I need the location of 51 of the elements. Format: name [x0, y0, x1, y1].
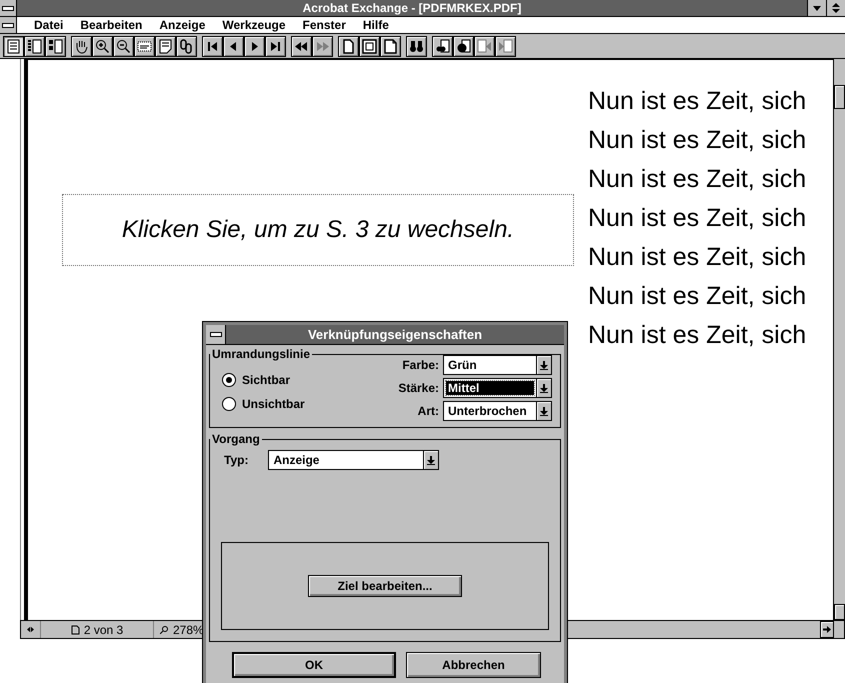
split-arrows-icon	[27, 626, 34, 633]
document-text-line: Nun ist es Zeit, sich	[588, 125, 808, 156]
document-text-line: Nun ist es Zeit, sich	[588, 164, 808, 195]
dropdown-arrow-icon	[540, 384, 548, 392]
right-arrow-icon	[823, 626, 831, 633]
menu-item[interactable]: Anzeige	[159, 18, 206, 32]
menu-item[interactable]: Fenster	[302, 18, 346, 32]
dropdown-arrow-icon	[427, 456, 436, 464]
system-menu-button[interactable]	[206, 325, 226, 344]
field-label: Art:	[416, 404, 439, 418]
zoom-level: 278%	[173, 622, 204, 636]
menu-item[interactable]: Hilfe	[362, 18, 389, 32]
system-menu-button[interactable]	[0, 0, 17, 16]
edit-destination-button[interactable]: Ziel bearbeiten...	[308, 575, 462, 597]
menu-item[interactable]: Bearbeiten	[80, 18, 142, 32]
dropdown-arrow-icon	[540, 360, 548, 370]
document-text-line: Nun ist es Zeit, sich	[588, 320, 808, 351]
field-label: Stärke:	[398, 381, 439, 395]
radio-button[interactable]	[222, 397, 236, 411]
dialog-title: Verknüpfungseigenschaften	[306, 326, 484, 344]
page-icon	[70, 624, 80, 634]
document-text-line: Nun ist es Zeit, sich	[588, 281, 808, 312]
page-number: 2 von 3	[84, 622, 124, 636]
minimize-button[interactable]	[807, 0, 826, 16]
dropdown-arrow-icon	[540, 406, 548, 416]
menu-item[interactable]: Werkzeuge	[222, 18, 286, 32]
dropdown-field[interactable]: Mittel	[443, 378, 552, 398]
field-label: Farbe:	[401, 358, 439, 372]
document-text-line: Nun ist es Zeit, sich	[588, 242, 808, 273]
menu-item[interactable]: Datei	[34, 18, 64, 32]
dialog-button[interactable]: Abbrechen	[406, 652, 541, 678]
restore-icon	[832, 3, 840, 13]
magnifier-icon	[160, 625, 169, 634]
field-label: Typ:	[224, 453, 248, 467]
dropdown-field[interactable]: Anzeige	[268, 450, 440, 470]
document-text-line: Nun ist es Zeit, sich	[588, 203, 808, 234]
group-title: Umrandungslinie	[211, 347, 312, 361]
document-menu-button[interactable]	[0, 17, 17, 33]
group-title: Vorgang	[211, 432, 261, 446]
dropdown-field[interactable]: Grün	[443, 355, 552, 375]
radio-label: Sichtbar	[242, 373, 290, 387]
restore-button[interactable]	[826, 0, 845, 16]
caret-icon	[813, 6, 821, 10]
link-area[interactable]: Klicken Sie, um zu S. 3 zu wechseln.	[62, 194, 574, 266]
dialog-button[interactable]: OK	[232, 652, 396, 678]
document-text-line: Nun ist es Zeit, sich	[588, 86, 808, 117]
window-title: Acrobat Exchange - [PDFMRKEX.PDF]	[302, 0, 522, 16]
vertical-scrollbar[interactable]	[833, 59, 845, 620]
radio-label: Unsichtbar	[242, 397, 305, 411]
dropdown-field[interactable]: Unterbrochen	[443, 401, 552, 421]
radio-button[interactable]	[222, 373, 236, 387]
